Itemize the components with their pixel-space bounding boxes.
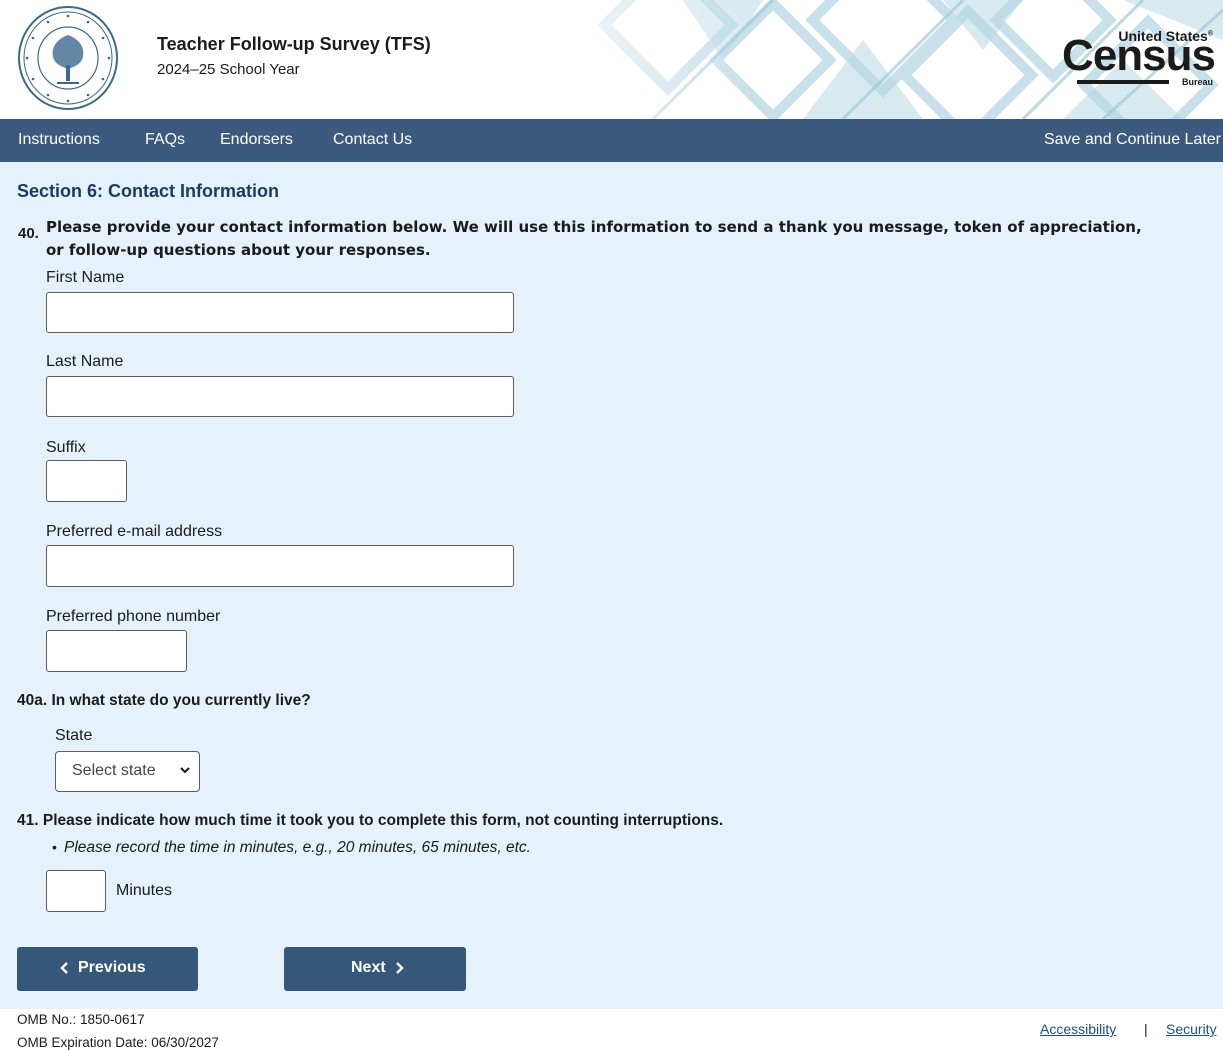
question-41-note: Please record the time in minutes, e.g.,… (64, 839, 531, 856)
email-input[interactable] (46, 545, 514, 587)
next-button-label: Next (351, 959, 386, 976)
accessibility-link[interactable]: Accessibility (1040, 1021, 1116, 1037)
question-40-number: 40. (18, 225, 39, 242)
phone-input[interactable] (46, 630, 187, 672)
security-link[interactable]: Security (1166, 1021, 1217, 1037)
save-and-continue-later-link[interactable]: Save and Continue Later (1044, 131, 1221, 149)
chevron-right-icon (395, 962, 404, 974)
state-label: State (55, 727, 93, 744)
section-title: Section 6: Contact Information (17, 181, 280, 201)
state-select-value: Select state (72, 762, 156, 779)
phone-label: Preferred phone number (46, 608, 221, 625)
nav-faqs[interactable]: FAQs (145, 131, 185, 149)
survey-title: Teacher Follow-up Survey (TFS) (157, 34, 431, 54)
census-logo-underline (1077, 80, 1169, 84)
first-name-input[interactable] (46, 292, 514, 333)
top-nav: Instructions FAQs Endorsers Contact Us S… (0, 119, 1223, 162)
question-40a-text: 40a. In what state do you currently live… (17, 692, 311, 709)
omb-number: OMB No.: 1850-0617 (17, 1012, 145, 1027)
census-bureau-logo: United States® Census Bureau (1062, 26, 1216, 90)
nav-instructions[interactable]: Instructions (18, 131, 100, 149)
survey-content: Section 6: Contact Information 40. Pleas… (0, 162, 1223, 1009)
previous-button[interactable]: Previous (17, 947, 198, 991)
chevron-down-icon (180, 767, 190, 774)
chevron-left-icon (60, 962, 68, 974)
school-year: 2024–25 School Year (157, 61, 300, 78)
census-logo-bureau: Bureau (1181, 77, 1213, 87)
question-41-text: 41. Please indicate how much time it too… (17, 812, 724, 829)
footer-separator: | (1144, 1021, 1148, 1037)
question-40-text-line2: or follow-up questions about your respon… (46, 241, 431, 259)
nav-endorsers[interactable]: Endorsers (220, 131, 293, 149)
page-footer: OMB No.: 1850-0617 OMB Expiration Date: … (0, 1009, 1223, 1051)
suffix-input[interactable] (46, 460, 127, 502)
page-header: Teacher Follow-up Survey (TFS) 2024–25 S… (0, 0, 1223, 119)
state-select[interactable]: Select state (55, 751, 200, 792)
first-name-label: First Name (46, 269, 125, 286)
nav-contact-us[interactable]: Contact Us (333, 131, 412, 149)
last-name-input[interactable] (46, 376, 514, 417)
suffix-label: Suffix (46, 439, 86, 456)
minutes-label: Minutes (116, 882, 173, 899)
department-of-education-seal-icon (18, 6, 118, 110)
last-name-label: Last Name (46, 353, 124, 370)
previous-button-label: Previous (78, 959, 146, 976)
census-logo-wordmark: Census (1062, 31, 1216, 80)
question-40-text-line1: Please provide your contact information … (46, 218, 1142, 236)
note-bullet: • (52, 839, 57, 855)
omb-expiration-date: OMB Expiration Date: 06/30/2027 (17, 1035, 219, 1050)
minutes-input[interactable] (46, 870, 106, 912)
next-button[interactable]: Next (284, 947, 466, 991)
email-label: Preferred e-mail address (46, 523, 223, 540)
